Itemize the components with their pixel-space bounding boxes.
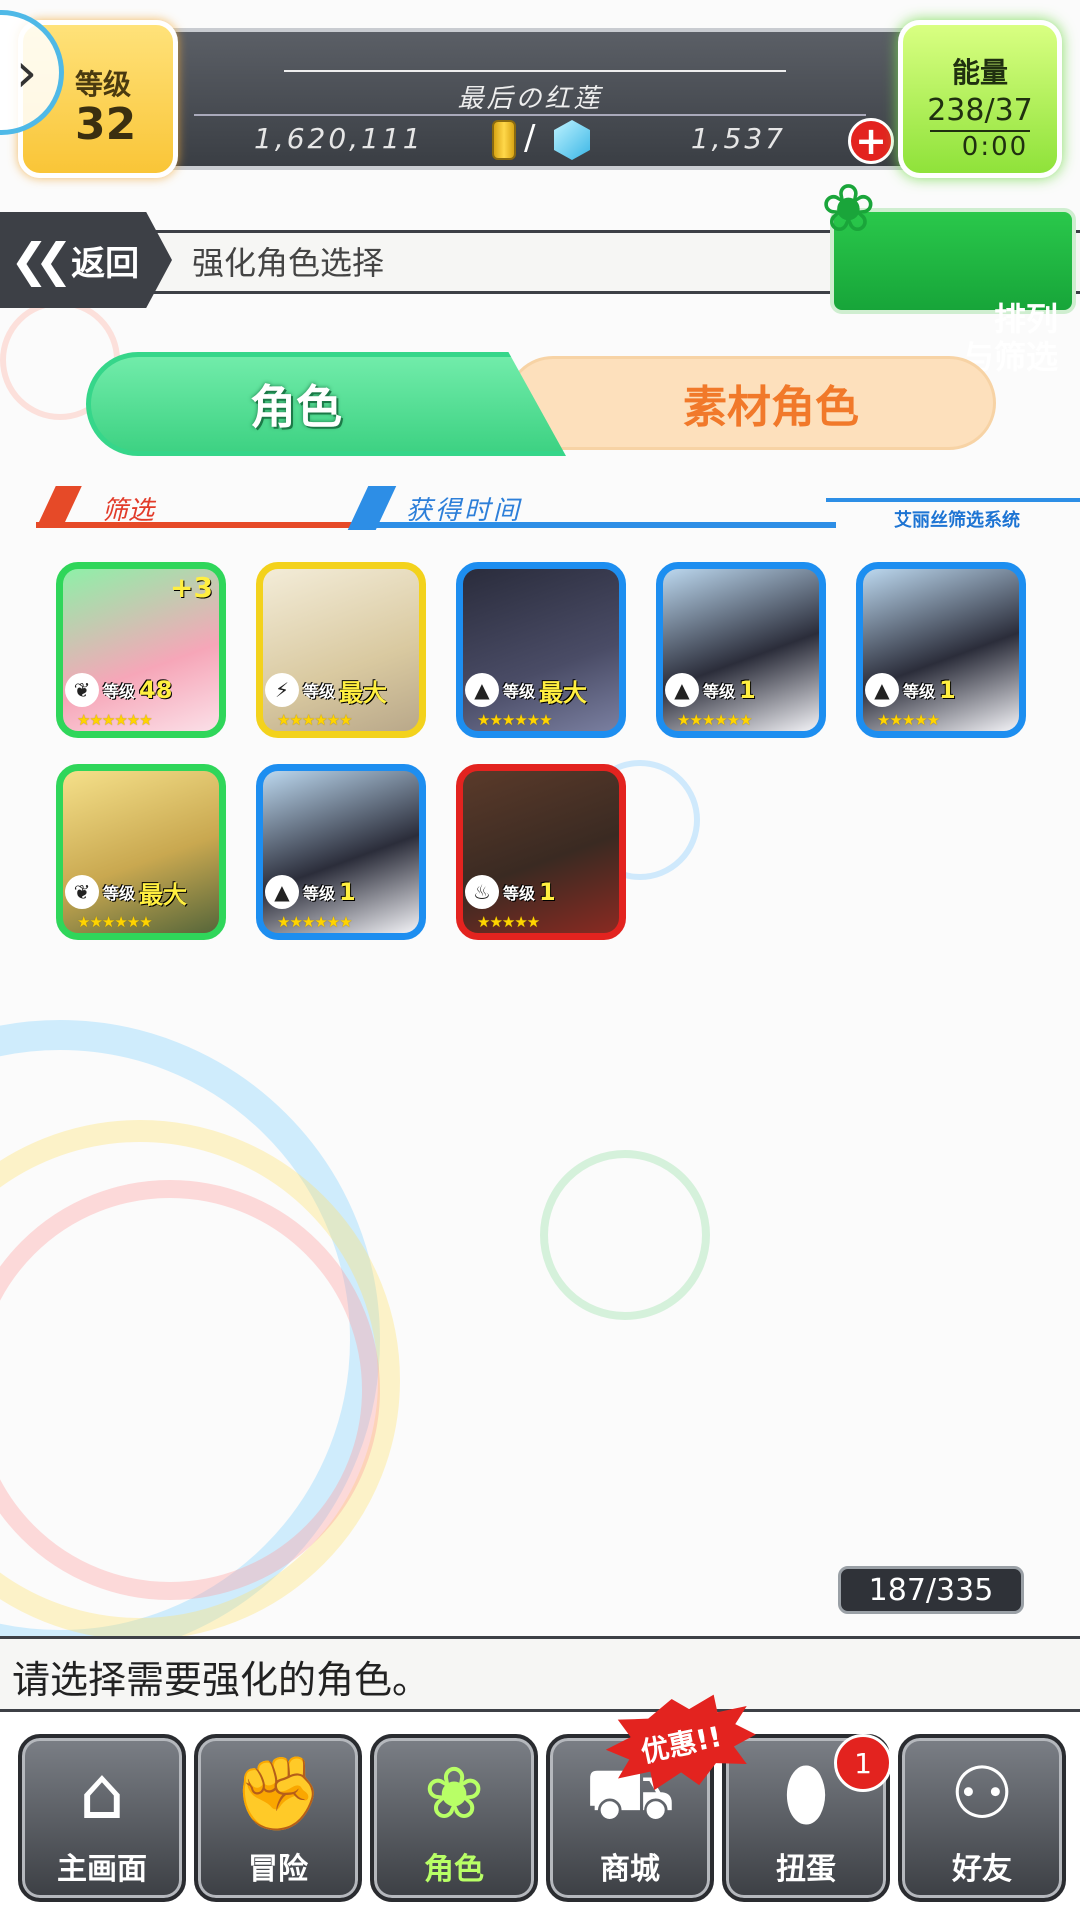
energy-timer: 0:00 <box>961 132 1029 162</box>
back-label: 返回 <box>71 243 140 284</box>
energy-label: 能量 <box>951 56 1008 89</box>
handshake-icon: ✊ <box>233 1751 323 1835</box>
currency-separator: / <box>524 118 536 158</box>
level-value: 1 <box>939 676 956 704</box>
rarity-stars: ★★★★★★ <box>277 711 353 729</box>
water-element-icon: ▲ <box>665 673 699 707</box>
player-name: 最后の红莲 <box>457 84 603 114</box>
level-badge: ⚡ 等级 最大 <box>263 673 419 707</box>
bunny-icon: ❀ <box>423 1751 485 1835</box>
level-badge: ▲ 等级 1 <box>863 673 1019 707</box>
tab-bar: 素材角色 角色 <box>86 352 1006 456</box>
sort-filter-button[interactable]: ❀ 排列 与筛选 <box>821 176 1076 376</box>
energy-panel[interactable]: 能量 238/37 0:00 <box>898 20 1062 178</box>
level-label: 等级 <box>503 884 536 903</box>
level-value: 最大 <box>539 678 588 707</box>
fire-element-icon: ♨ <box>465 875 499 909</box>
sort-underline-upper <box>826 498 1080 502</box>
bonus-level: +3 <box>170 571 213 604</box>
page-title: 强化角色选择 <box>192 244 385 282</box>
rarity-stars: ★★★★★ <box>477 913 540 931</box>
character-count: 187/335 <box>838 1566 1024 1614</box>
gacha-notification-badge: 1 <box>834 1734 892 1792</box>
back-button[interactable]: ❮❮ 返回 <box>0 212 172 308</box>
wind-element-icon: ❦ <box>65 673 99 707</box>
resource-divider <box>194 114 866 116</box>
thunder-element-icon: ⚡ <box>265 673 299 707</box>
level-badge: ▲ 等级 最大 <box>463 673 619 707</box>
coin-icon <box>492 120 516 160</box>
friends-icon: ⚇ <box>949 1751 1015 1835</box>
tab-material-characters[interactable]: 素材角色 <box>506 356 996 450</box>
name-underline <box>284 70 786 72</box>
level-label: 等级 <box>75 68 132 101</box>
resource-bar: 最后の红莲 1,620,111 / 1,537 + <box>150 28 910 170</box>
wind-element-icon: ❦ <box>65 875 99 909</box>
level-label: 等级 <box>103 884 136 903</box>
level-value: 最大 <box>339 678 388 707</box>
filter-button[interactable]: 筛选 <box>102 490 154 527</box>
nav-label: 角色 <box>424 1852 484 1887</box>
add-gems-button[interactable]: + <box>848 118 894 164</box>
nav-label: 商城 <box>600 1852 660 1887</box>
character-card[interactable]: +3 ❦ 等级 48 ★★★★★★ <box>56 562 226 738</box>
level-label: 等级 <box>703 682 736 701</box>
instruction-message: 请选择需要强化的角色。 <box>0 1636 1080 1712</box>
level-badge: ❦ 等级 最大 <box>63 875 219 909</box>
level-label: 等级 <box>503 682 536 701</box>
nav-label: 冒险 <box>248 1852 308 1887</box>
gem-amount: 1,537 <box>690 122 786 155</box>
filter-system-label: 艾丽丝筛选系统 <box>894 510 1020 531</box>
character-card[interactable]: ♨ 等级 1 ★★★★★ <box>456 764 626 940</box>
level-badge: ▲ 等级 1 <box>663 673 819 707</box>
nav-label: 主画面 <box>57 1852 147 1887</box>
rarity-stars: ★★★★★★ <box>77 711 153 729</box>
character-card[interactable]: ❦ 等级 最大 ★★★★★★ <box>56 764 226 940</box>
nav-friends[interactable]: ⚇ 好友 <box>898 1734 1066 1902</box>
filter-underline <box>36 522 356 528</box>
nav-home[interactable]: ⌂ 主画面 <box>18 1734 186 1902</box>
level-value: 32 <box>75 99 137 150</box>
gold-amount: 1,620,111 <box>254 122 424 155</box>
character-card[interactable]: ▲ 等级 最大 ★★★★★★ <box>456 562 626 738</box>
level-badge: ❦ 等级 48 <box>63 673 219 707</box>
character-card[interactable]: ▲ 等级 1 ★★★★★★ <box>256 764 426 940</box>
level-badge: ▲ 等级 1 <box>263 875 419 909</box>
tab-characters[interactable]: 角色 <box>86 352 566 456</box>
water-element-icon: ▲ <box>265 875 299 909</box>
rarity-stars: ★★★★★★ <box>77 913 153 931</box>
water-element-icon: ▲ <box>465 673 499 707</box>
nav-handshake[interactable]: ✊ 冒险 <box>194 1734 362 1902</box>
home-icon: ⌂ <box>79 1751 125 1835</box>
energy-value: 238/37 <box>927 93 1033 128</box>
filter-row: 筛选 获得时间 艾丽丝筛选系统 <box>36 486 1080 536</box>
level-label: 等级 <box>303 682 336 701</box>
level-value: 最大 <box>139 880 188 909</box>
rarity-stars: ★★★★★★ <box>677 711 753 729</box>
level-badge: ♨ 等级 1 <box>463 875 619 909</box>
bunny-icon: ❀ <box>820 170 876 247</box>
character-card[interactable]: ▲ 等级 1 ★★★★★ <box>856 562 1026 738</box>
level-value: 1 <box>339 878 356 906</box>
level-label: 等级 <box>103 682 136 701</box>
rarity-stars: ★★★★★ <box>877 711 940 729</box>
sort-order-button[interactable]: 获得时间 <box>406 490 522 527</box>
level-value: 48 <box>139 676 173 704</box>
character-card[interactable]: ⚡ 等级 最大 ★★★★★★ <box>256 562 426 738</box>
level-value: 1 <box>539 878 556 906</box>
nav-bunny[interactable]: ❀ 角色 <box>370 1734 538 1902</box>
bottom-navigation: ⌂ 主画面 ✊ 冒险 ❀ 角色 ⛟ 商城 ⬮ 扭蛋 ⚇ 好友 <box>0 1712 1080 1920</box>
character-card[interactable]: ▲ 等级 1 ★★★★★★ <box>656 562 826 738</box>
water-element-icon: ▲ <box>865 673 899 707</box>
nav-label: 好友 <box>952 1852 1012 1887</box>
rarity-stars: ★★★★★★ <box>477 711 553 729</box>
level-label: 等级 <box>903 682 936 701</box>
double-chevron-left-icon: ❮❮ <box>10 233 73 287</box>
nav-label: 扭蛋 <box>776 1852 836 1887</box>
gem-icon <box>554 120 590 160</box>
level-label: 等级 <box>303 884 336 903</box>
level-value: 1 <box>739 676 756 704</box>
rarity-stars: ★★★★★★ <box>277 913 353 931</box>
